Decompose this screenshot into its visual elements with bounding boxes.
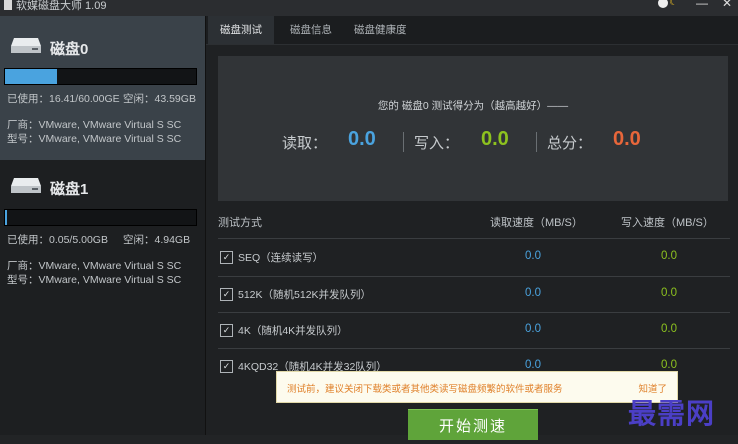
disk-used: 已使用：0.05/5.00GB [7, 234, 108, 246]
tab-disk-test[interactable]: 磁盘测试 [208, 16, 274, 44]
write-speed-value: 0.0 [661, 250, 677, 262]
read-speed-value: 0.0 [525, 359, 541, 371]
header-read-speed: 读取速度（MB/S） [490, 217, 583, 229]
test-label: 4K（随机4K并发队列） [238, 325, 348, 337]
read-speed-value: 0.0 [525, 250, 541, 262]
test-row-512k: ✓ 512K（随机512K并发队列） 0.0 0.0 [218, 277, 730, 313]
skin-toggle-icon[interactable]: ☾ [656, 0, 682, 9]
disk-usage-bar [4, 209, 197, 226]
header-write-speed: 写入速度（MB/S） [621, 217, 714, 229]
disk-free: 空闲：4.94GB [123, 234, 191, 246]
disk-model: 型号：VMware, VMware Virtual S SC [7, 274, 182, 286]
checkbox-checked-icon[interactable]: ✓ [220, 324, 233, 337]
score-row: 读取： 0.0 写入： 0.0 总分： 0.0 [218, 128, 728, 158]
checkbox-checked-icon[interactable]: ✓ [220, 251, 233, 264]
disk-vendor: 厂商：VMware, VMware Virtual S SC [7, 119, 182, 131]
test-row-seq: ✓ SEQ（连续读写） 0.0 0.0 [218, 240, 730, 276]
write-speed-value: 0.0 [661, 287, 677, 299]
tip-popup: 测试前，建议关闭下载类或者其他类读写磁盘频繁的软件或者服务 知道了 [276, 371, 678, 403]
write-score-value: 0.0 [481, 128, 509, 150]
write-speed-value: 0.0 [661, 323, 677, 335]
test-label: 512K（随机512K并发队列） [238, 289, 372, 301]
disk-vendor: 厂商：VMware, VMware Virtual S SC [7, 260, 182, 272]
window-controls: ☾ — ✕ [656, 0, 732, 9]
read-speed-value: 0.0 [525, 287, 541, 299]
read-score-value: 0.0 [348, 128, 376, 150]
disk-name: 磁盘0 [50, 41, 89, 58]
disk-model: 型号：VMware, VMware Virtual S SC [7, 133, 182, 145]
divider [218, 238, 730, 239]
window-title-text: 软媒磁盘大师 1.09 [16, 0, 107, 12]
divider [403, 132, 404, 152]
disk-item-0[interactable]: 磁盘0 已使用：16.41/60.00GE 空闲：43.59GB 厂商：VMwa… [0, 16, 205, 160]
start-test-button[interactable]: 开始测速 [408, 409, 538, 440]
test-row-4k: ✓ 4K（随机4K并发队列） 0.0 0.0 [218, 313, 730, 349]
checkbox-checked-icon[interactable]: ✓ [220, 288, 233, 301]
total-score-label: 总分： [547, 135, 593, 152]
tab-disk-health[interactable]: 磁盘健康度 [342, 16, 419, 44]
hard-disk-icon [11, 38, 41, 53]
disk-sidebar: 磁盘0 已使用：16.41/60.00GE 空闲：43.59GB 厂商：VMwa… [0, 16, 206, 435]
tab-bar: 磁盘测试 磁盘信息 磁盘健康度 [206, 16, 738, 45]
disk-used: 已使用：16.41/60.00GE [7, 93, 120, 105]
window-title: 软媒磁盘大师 1.09 [4, 0, 106, 13]
watermark: 最需网 [628, 397, 716, 430]
test-label: SEQ（连续读写） [238, 252, 324, 264]
title-bar: 软媒磁盘大师 1.09 ☾ — ✕ [0, 0, 738, 16]
disk-name: 磁盘1 [50, 181, 89, 198]
tab-disk-info[interactable]: 磁盘信息 [278, 16, 344, 44]
disk-item-1[interactable]: 磁盘1 已使用：0.05/5.00GB 空闲：4.94GB 厂商：VMware,… [0, 160, 205, 305]
disk-usage-bar [4, 68, 197, 85]
score-panel: 您的 磁盘0 测试得分为（越高越好）—— 读取： 0.0 写入： 0.0 总分：… [218, 56, 728, 201]
write-score-label: 写入： [414, 135, 460, 152]
header-method: 测试方式 [218, 217, 262, 229]
app-icon [4, 0, 12, 10]
checkbox-checked-icon[interactable]: ✓ [220, 360, 233, 373]
tip-text: 测试前，建议关闭下载类或者其他类读写磁盘频繁的软件或者服务 [287, 384, 563, 395]
close-icon[interactable]: ✕ [722, 0, 732, 9]
divider [536, 132, 537, 152]
write-speed-value: 0.0 [661, 359, 677, 371]
disk-free: 空闲：43.59GB [123, 93, 196, 105]
total-score-value: 0.0 [613, 128, 641, 150]
read-score-label: 读取： [282, 135, 328, 152]
hard-disk-icon [11, 178, 41, 193]
score-caption: 您的 磁盘0 测试得分为（越高越好）—— [377, 100, 569, 112]
minimize-icon[interactable]: — [696, 0, 708, 9]
start-test-label: 开始测速 [438, 418, 507, 435]
read-speed-value: 0.0 [525, 323, 541, 335]
